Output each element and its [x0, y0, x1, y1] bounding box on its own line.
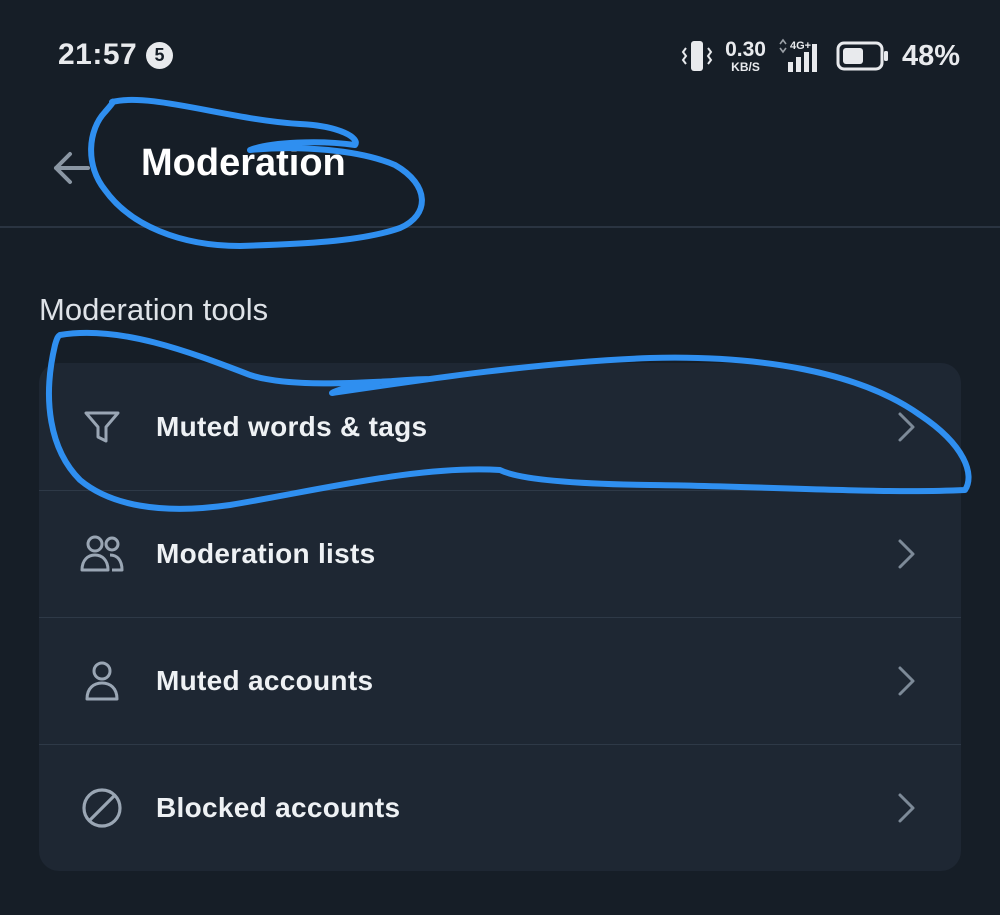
chevron-right-icon	[898, 412, 915, 441]
chevron-right-icon	[898, 666, 915, 696]
menu-item-label: Muted accounts	[156, 665, 374, 696]
network-speed-unit: KB/S	[731, 60, 760, 74]
status-time: 21:57	[58, 38, 138, 71]
status-icons: 0.30 KB/S 4G+ 48%	[681, 36, 960, 76]
status-bar: 21:57 5 0.30 KB/S 4G+ 48%	[0, 0, 1000, 110]
notification-count-badge: 5	[146, 42, 173, 69]
menu-item-label: Blocked accounts	[156, 792, 401, 823]
signal-icon: 4G+	[779, 38, 817, 72]
menu-item-muted-words[interactable]: Muted words & tags	[39, 363, 961, 490]
menu-item-muted-accounts[interactable]: Muted accounts	[39, 617, 961, 744]
chevron-right-icon	[898, 539, 915, 569]
chevron-right-icon	[898, 793, 915, 823]
section-title: Moderation tools	[39, 292, 269, 327]
menu-item-label: Moderation lists	[156, 538, 376, 569]
block-icon	[79, 785, 125, 831]
network-type-label: 4G+	[790, 40, 811, 52]
vibrate-icon	[681, 41, 713, 71]
menu-item-blocked-accounts[interactable]: Blocked accounts	[39, 744, 961, 871]
network-speed: 0.30 KB/S	[725, 39, 766, 73]
moderation-screen: 21:57 5 0.30 KB/S 4G+ 48% Moderation Mod…	[0, 0, 1000, 915]
back-arrow-icon[interactable]	[46, 142, 98, 194]
menu-item-moderation-lists[interactable]: Moderation lists	[39, 490, 961, 617]
battery-percentage: 48%	[901, 39, 960, 72]
menu-item-label: Muted words & tags	[156, 410, 428, 442]
people-icon	[79, 531, 125, 577]
battery-icon	[836, 41, 888, 71]
network-speed-value: 0.30	[725, 38, 766, 61]
filter-icon	[79, 404, 125, 450]
person-icon	[79, 658, 125, 704]
moderation-tools-list: Muted words & tags Moderation lists Mute…	[39, 363, 961, 871]
top-app-bar: Moderation	[0, 110, 1000, 228]
page-title: Moderation	[141, 142, 346, 184]
